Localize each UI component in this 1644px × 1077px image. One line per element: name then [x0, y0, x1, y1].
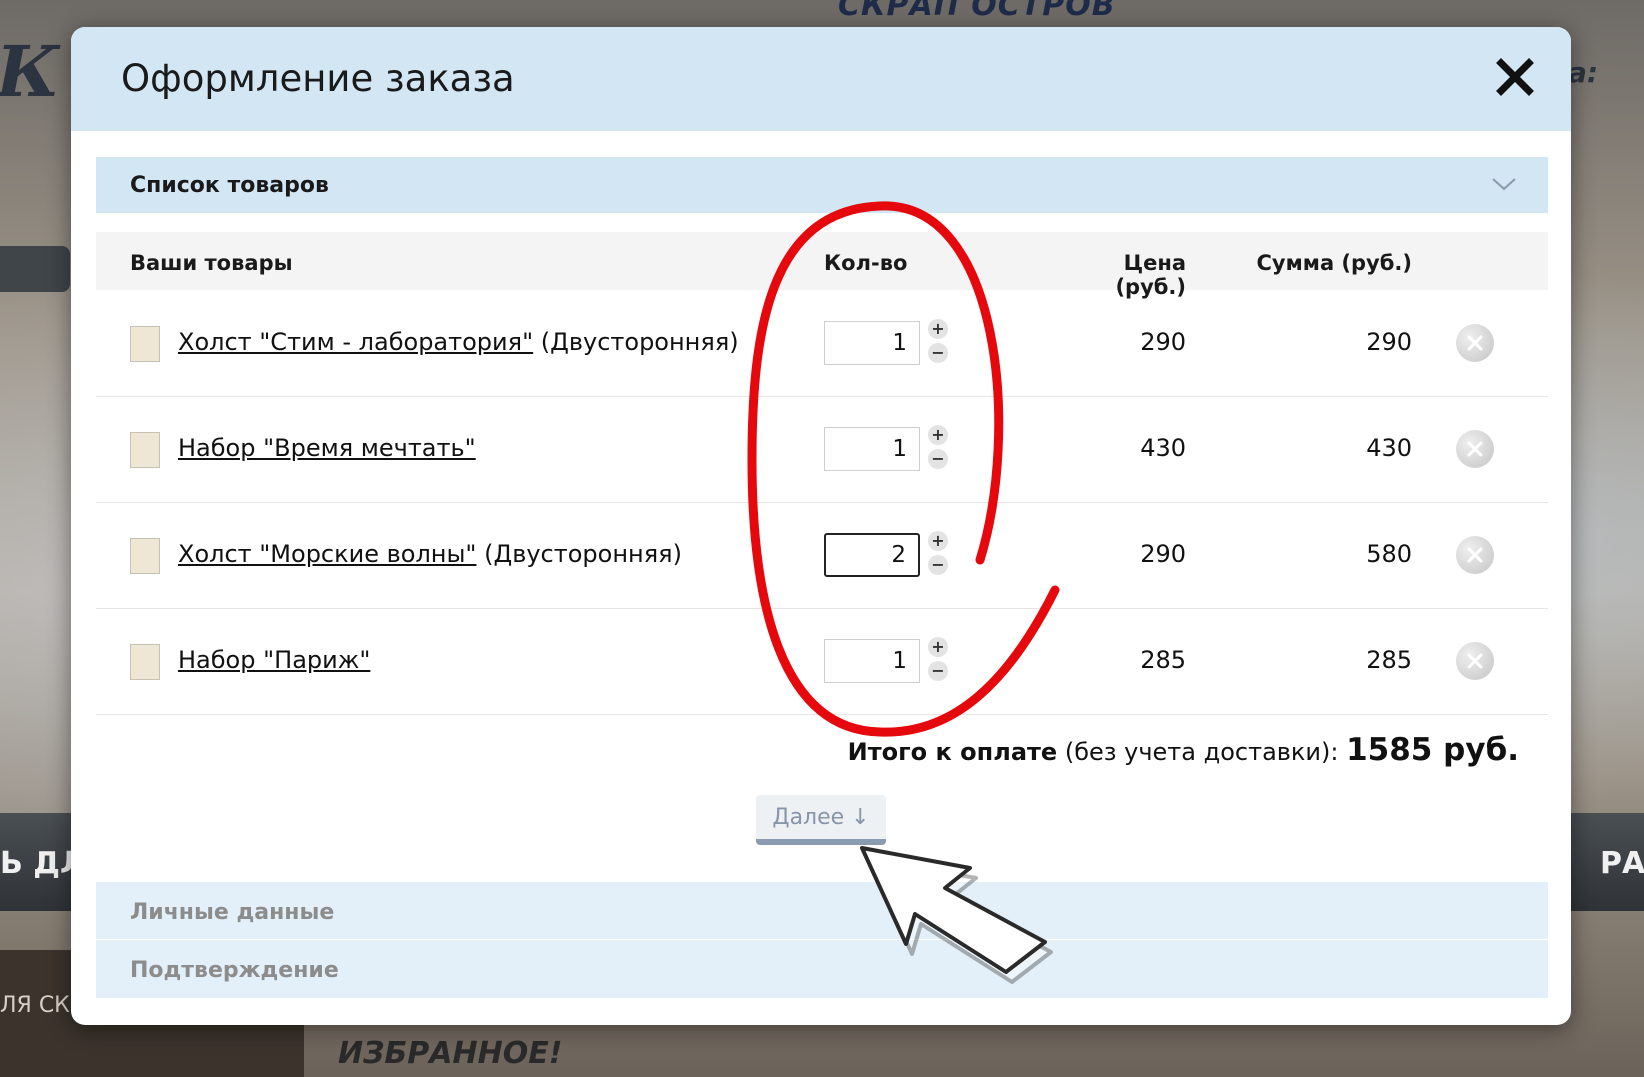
close-icon[interactable]	[1493, 55, 1537, 99]
product-thumbnail[interactable]	[130, 644, 160, 680]
product-variant: (Двусторонняя)	[533, 328, 739, 356]
table-row: Холст "Морские волны" (Двусторонняя) + −…	[96, 502, 1548, 609]
order-total: Итого к оплате (без учета доставки): 158…	[848, 732, 1519, 768]
chevron-down-icon[interactable]	[1490, 175, 1518, 193]
total-label: Итого к оплате	[847, 738, 1058, 766]
product-price: 430	[1140, 434, 1186, 462]
total-value: 1585 руб.	[1346, 732, 1519, 768]
qty-plus-button[interactable]: +	[928, 531, 948, 551]
qty-plus-button[interactable]: +	[928, 319, 948, 339]
table-header: Ваши товары Кол-во Цена (руб.) Сумма (ру…	[96, 232, 1548, 299]
product-variant: (Двусторонняя)	[476, 540, 682, 568]
remove-item-icon[interactable]	[1456, 536, 1494, 574]
product-price: 285	[1140, 646, 1186, 674]
product-link[interactable]: Набор "Париж"	[178, 646, 370, 674]
background-tab	[0, 246, 70, 292]
product-sum: 430	[1366, 434, 1412, 462]
qty-minus-button[interactable]: −	[928, 343, 948, 363]
product-name: Холст "Стим - лаборатория" (Двусторонняя…	[178, 328, 739, 356]
header-right-text: а:	[1568, 56, 1599, 89]
modal-title: Оформление заказа	[121, 57, 515, 100]
remove-item-icon[interactable]	[1456, 430, 1494, 468]
column-header-name: Ваши товары	[130, 251, 293, 275]
product-sum: 580	[1366, 540, 1412, 568]
section-products[interactable]: Список товаров	[96, 157, 1548, 213]
section-products-label: Список товаров	[130, 173, 329, 198]
qty-plus-button[interactable]: +	[928, 637, 948, 657]
product-name: Набор "Время мечтать"	[178, 434, 476, 462]
product-price: 290	[1140, 540, 1186, 568]
product-price: 290	[1140, 328, 1186, 356]
modal-header: Оформление заказа	[71, 27, 1571, 131]
qty-minus-button[interactable]: −	[928, 661, 948, 681]
next-button[interactable]: Далее ↓	[756, 795, 886, 845]
remove-item-icon[interactable]	[1456, 324, 1494, 362]
nav-item-right[interactable]: РА	[1600, 846, 1644, 881]
sidebar-item[interactable]: ЛЯ СК	[0, 993, 70, 1018]
product-link[interactable]: Холст "Морские волны"	[178, 540, 476, 568]
quantity-input[interactable]	[824, 533, 920, 577]
product-sum: 290	[1366, 328, 1412, 356]
product-sum: 285	[1366, 646, 1412, 674]
table-row: Набор "Время мечтать" + − 430 430	[96, 396, 1548, 503]
site-logo: К	[0, 30, 60, 113]
qty-minus-button[interactable]: −	[928, 449, 948, 469]
table-row: Холст "Стим - лаборатория" (Двусторонняя…	[96, 290, 1548, 397]
product-name: Набор "Париж"	[178, 646, 370, 674]
section-confirmation[interactable]: Подтверждение	[96, 940, 1548, 998]
column-header-sum: Сумма (руб.)	[1256, 251, 1412, 275]
column-header-qty: Кол-во	[824, 251, 908, 275]
product-thumbnail[interactable]	[130, 432, 160, 468]
product-link[interactable]: Набор "Время мечтать"	[178, 434, 476, 462]
quantity-input[interactable]	[824, 427, 920, 471]
product-thumbnail[interactable]	[130, 538, 160, 574]
table-row: Набор "Париж" + − 285 285	[96, 608, 1548, 715]
checkout-modal: Оформление заказа Список товаров Ваши то…	[71, 27, 1571, 1025]
section-confirm-label: Подтверждение	[130, 958, 339, 983]
remove-item-icon[interactable]	[1456, 642, 1494, 680]
product-link[interactable]: Холст "Стим - лаборатория"	[178, 328, 533, 356]
section-personal-label: Личные данные	[130, 900, 335, 925]
quantity-input[interactable]	[824, 639, 920, 683]
section-personal-data[interactable]: Личные данные	[96, 882, 1548, 939]
favorites-heading: ИЗБРАННОЕ!	[338, 1036, 563, 1071]
product-name: Холст "Морские волны" (Двусторонняя)	[178, 540, 682, 568]
qty-plus-button[interactable]: +	[928, 425, 948, 445]
total-note: (без учета доставки):	[1057, 738, 1347, 766]
qty-minus-button[interactable]: −	[928, 555, 948, 575]
quantity-input[interactable]	[824, 321, 920, 365]
product-thumbnail[interactable]	[130, 326, 160, 362]
site-title: СКРАП ОСТРОВ	[838, 0, 1116, 23]
